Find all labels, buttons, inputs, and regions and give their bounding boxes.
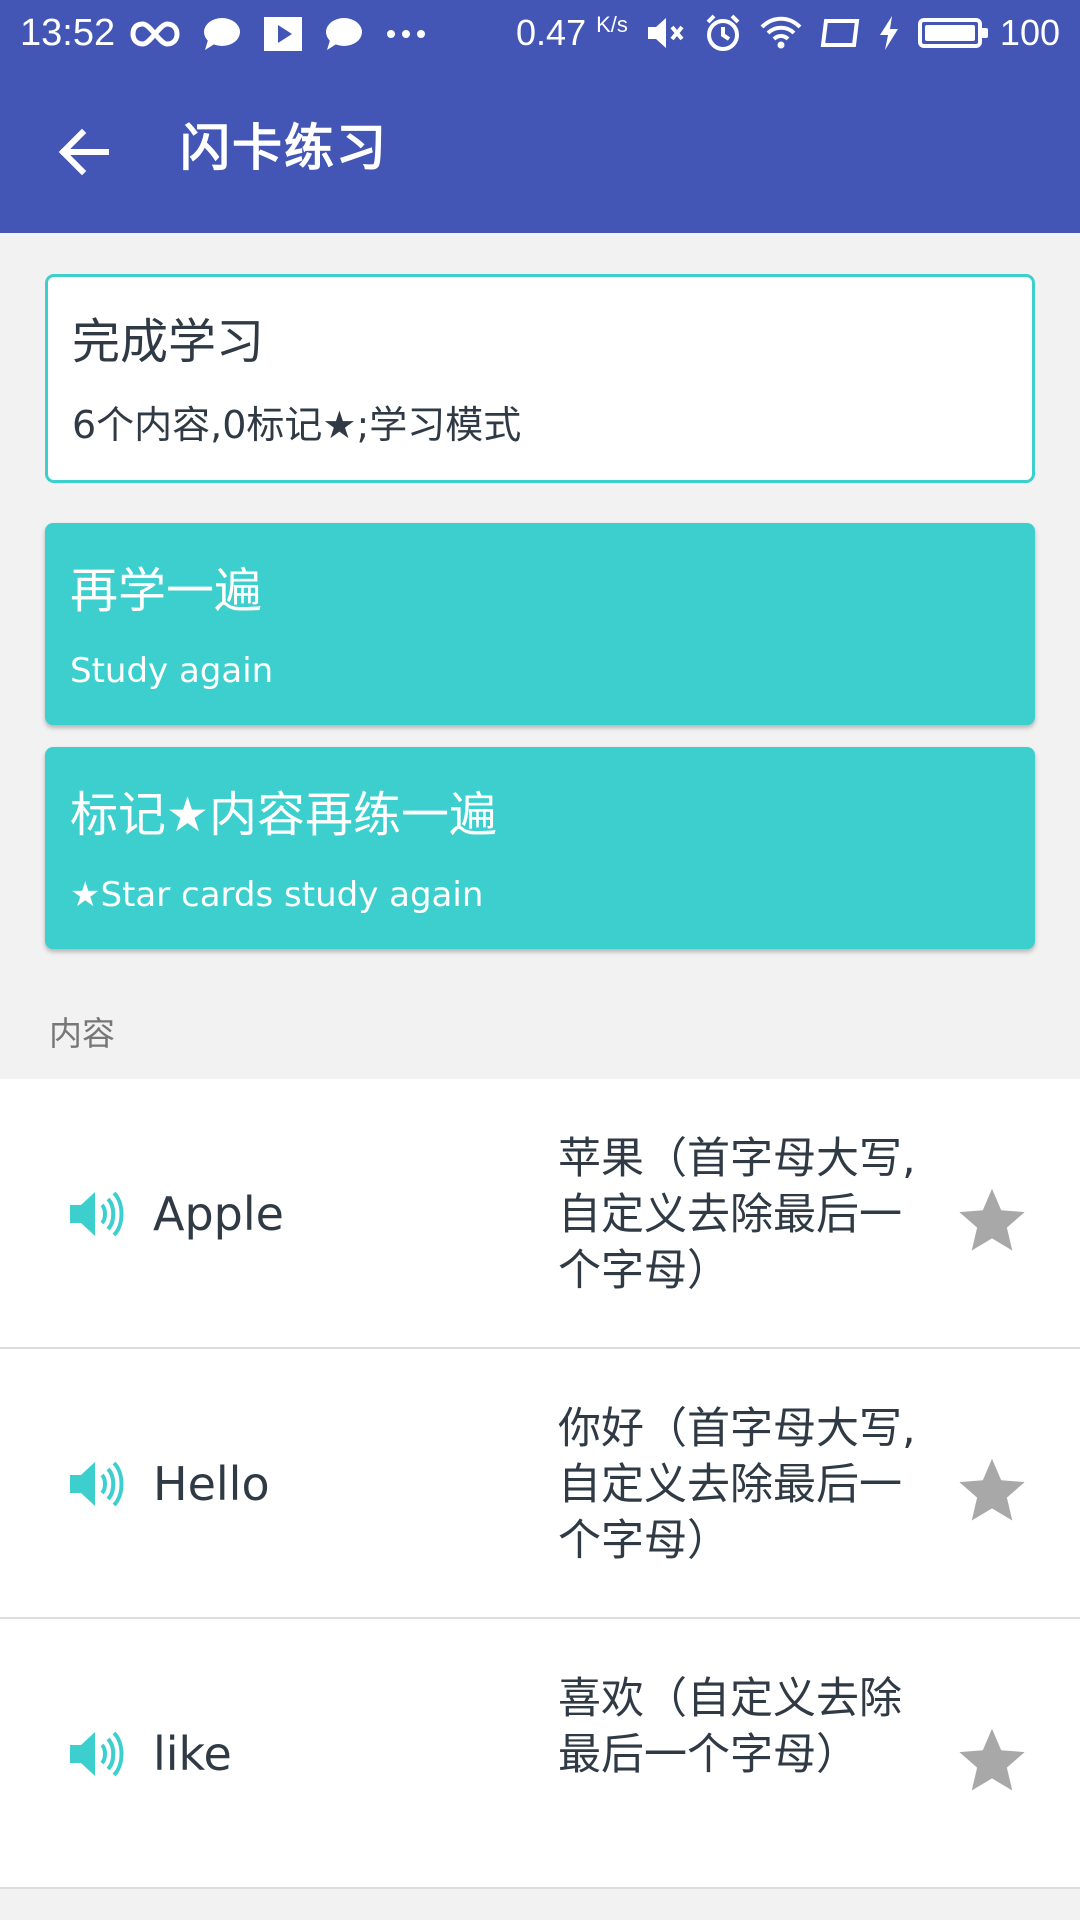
word-list: Apple 苹果（首字母大写,自定义去除最后一个字母） Hello 你好（首字母… xyxy=(0,1079,1080,1889)
alarm-icon xyxy=(706,14,740,51)
app-bar: 13:52 0.47 K/s 100 闪卡练习 xyxy=(0,0,1080,233)
charging-icon xyxy=(879,16,898,50)
page-title: 闪卡练习 xyxy=(180,119,388,177)
chat-bubble-icon xyxy=(326,18,362,50)
status-bar: 13:52 0.47 K/s 100 xyxy=(0,0,1080,70)
word-text: Apple xyxy=(153,1187,284,1241)
summary-card: 完成学习 6个内容,0标记★;学习模式 xyxy=(45,274,1035,483)
section-label: 内容 xyxy=(49,1014,115,1053)
star-cards-study-title: 标记★内容再练一遍 xyxy=(70,787,498,843)
status-time: 13:52 xyxy=(20,12,116,54)
star-cards-study-subtitle: ★Star cards study again xyxy=(70,875,484,915)
star-icon[interactable] xyxy=(954,1723,1030,1799)
arrow-left-icon[interactable] xyxy=(54,122,114,182)
meaning-text: 苹果（首字母大写,自定义去除最后一个字母） xyxy=(558,1134,916,1296)
word-text: like xyxy=(153,1727,232,1781)
word-text: Hello xyxy=(153,1457,270,1511)
chat-bubble-icon xyxy=(204,18,240,50)
infinity-icon xyxy=(130,21,180,47)
more-dots-icon xyxy=(387,30,425,38)
play-icon xyxy=(264,17,302,51)
status-notification-icons xyxy=(130,12,426,56)
meaning-text: 喜欢（自定义去除最后一个字母） xyxy=(558,1674,902,1780)
status-system-icons: 0.47 K/s 100 xyxy=(516,11,1060,55)
list-item[interactable]: Hello 你好（首字母大写,自定义去除最后一个字母） xyxy=(0,1349,1080,1619)
mute-icon xyxy=(647,18,684,48)
battery-icon xyxy=(917,18,988,48)
speaker-icon[interactable] xyxy=(68,1188,124,1240)
list-item[interactable]: Apple 苹果（首字母大写,自定义去除最后一个字母） xyxy=(0,1079,1080,1349)
screen-icon xyxy=(820,19,860,47)
star-icon[interactable] xyxy=(954,1183,1030,1259)
list-item[interactable]: like 喜欢（自定义去除最后一个字母） xyxy=(0,1619,1080,1889)
meaning-text: 你好（首字母大写,自定义去除最后一个字母） xyxy=(558,1404,916,1566)
star-cards-study-button[interactable]: 标记★内容再练一遍 ★Star cards study again xyxy=(45,747,1035,949)
speaker-icon[interactable] xyxy=(68,1458,124,1510)
summary-title: 完成学习 xyxy=(72,314,265,370)
study-again-button[interactable]: 再学一遍 Study again xyxy=(45,523,1035,725)
battery-level: 100 xyxy=(999,12,1060,53)
star-icon[interactable] xyxy=(954,1453,1030,1529)
study-again-title: 再学一遍 xyxy=(70,563,263,619)
speaker-icon[interactable] xyxy=(68,1728,124,1780)
network-speed: 0.47 K/s xyxy=(516,12,628,53)
study-again-subtitle: Study again xyxy=(70,651,274,691)
summary-subtitle: 6个内容,0标记★;学习模式 xyxy=(72,403,522,447)
wifi-icon xyxy=(760,16,802,49)
